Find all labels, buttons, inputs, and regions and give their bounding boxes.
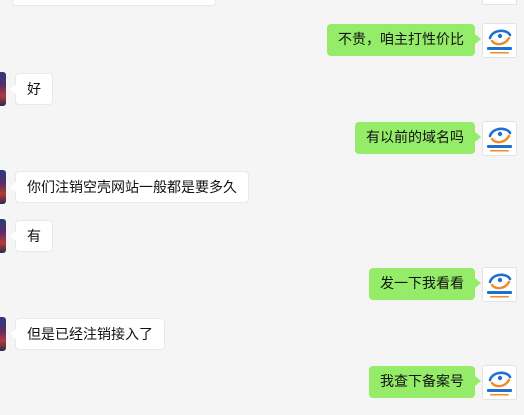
previous-avatar — [482, 0, 517, 5]
self-avatar[interactable] — [482, 267, 517, 302]
company-logo-icon — [487, 29, 512, 54]
message-outgoing[interactable]: 我查下备案号 — [369, 366, 481, 398]
self-avatar[interactable] — [482, 121, 517, 156]
message-incoming[interactable]: 但是已经注销接入了 — [10, 318, 165, 350]
chat-history: 不贵，咱主打性价比 好 有以前的域名吗 你们注销空壳网站一般都是要多久 有 发一… — [0, 0, 524, 415]
previous-message-bubble[interactable] — [12, 0, 216, 6]
message-outgoing[interactable]: 发一下我看看 — [369, 268, 481, 300]
message-incoming[interactable]: 好 — [10, 73, 53, 105]
company-logo-icon — [487, 371, 512, 396]
self-avatar[interactable] — [482, 365, 517, 400]
message-incoming[interactable]: 有 — [10, 220, 53, 252]
contact-avatar[interactable] — [0, 72, 6, 106]
message-outgoing[interactable]: 有以前的域名吗 — [355, 122, 481, 154]
message-incoming[interactable]: 你们注销空壳网站一般都是要多久 — [10, 171, 249, 203]
contact-avatar[interactable] — [0, 219, 6, 253]
message-outgoing[interactable]: 不贵，咱主打性价比 — [327, 24, 481, 56]
company-logo-icon — [487, 127, 512, 152]
company-logo-icon — [487, 273, 512, 298]
contact-avatar[interactable] — [0, 170, 6, 204]
self-avatar[interactable] — [482, 23, 517, 58]
contact-avatar[interactable] — [0, 317, 6, 351]
